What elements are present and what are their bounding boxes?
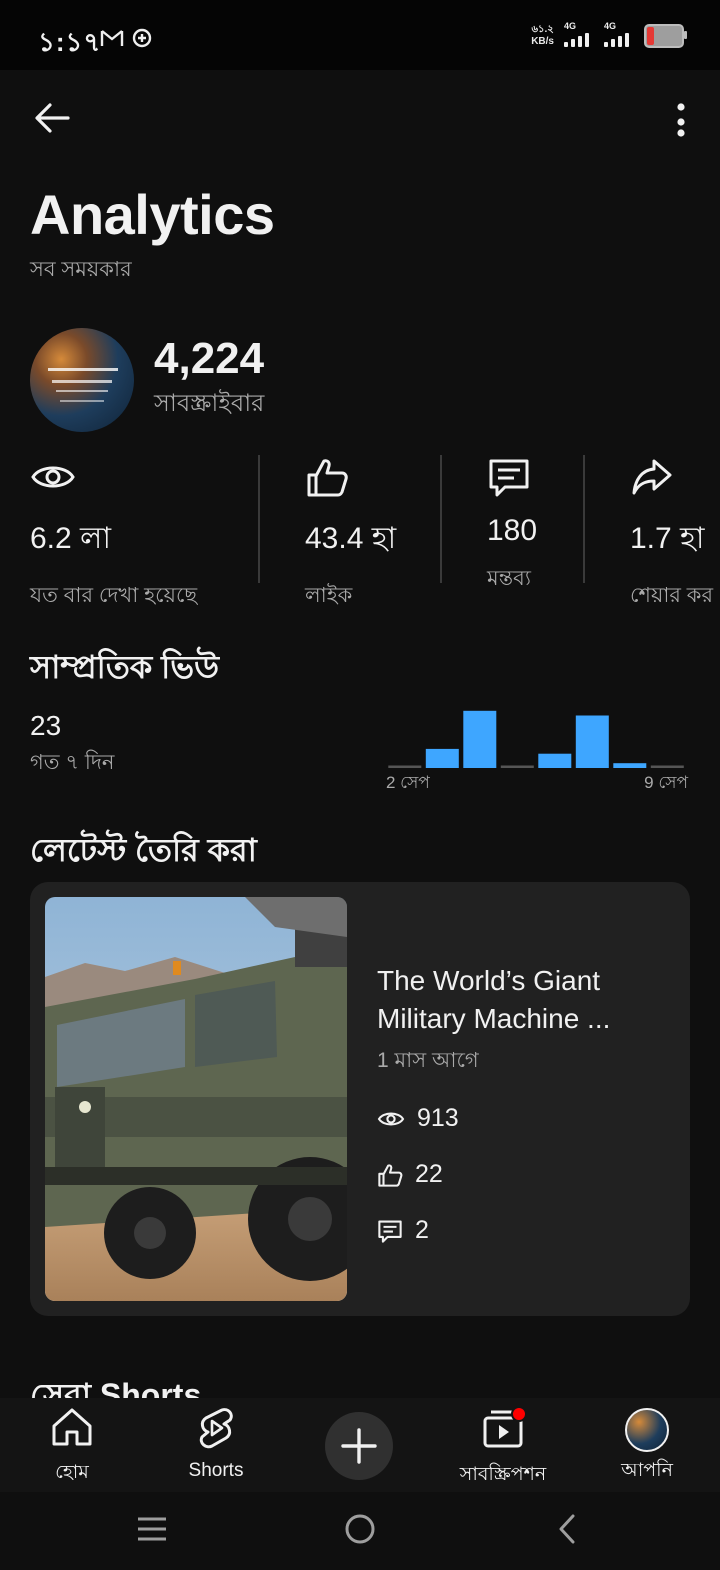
battery-icon: [644, 24, 687, 48]
shorts-icon: [199, 1408, 233, 1449]
recent-views-count: 23: [30, 710, 62, 741]
recent-views-title: সাম্প্রতিক ভিউ: [30, 649, 220, 685]
chart-bar: [388, 765, 422, 768]
divider: [440, 455, 442, 583]
video-time-ago: 1 মাস আগে: [377, 1049, 479, 1072]
chart-bar: [425, 748, 459, 768]
x-axis-end-label: 9 সেপ: [644, 773, 688, 792]
network-speed: ৬১.২ KB/s: [531, 24, 554, 47]
recent-views-period: গত ৭ দিন: [30, 751, 115, 774]
more-vert-icon[interactable]: [666, 96, 696, 140]
subscriber-label: সাবস্ক্রাইবার: [154, 390, 265, 417]
home-circle-icon[interactable]: [343, 1512, 377, 1546]
x-axis-start-label: 2 সেপ: [386, 773, 430, 792]
status-bar: ১:১৭ ৬১.২ KB/s 4G 4G: [0, 0, 720, 70]
chart-bar: [538, 753, 572, 768]
video-thumbnail[interactable]: [45, 897, 347, 1301]
divider: [583, 455, 585, 583]
notification-app-icon: [132, 28, 152, 48]
system-navigation-bar: [0, 1492, 720, 1570]
video-title[interactable]: The World’s Giant Military Machine ...: [377, 962, 667, 1038]
thumbs-up-icon: [378, 1163, 403, 1187]
recent-views-chart[interactable]: 2 সেপ 9 সেপ: [380, 690, 690, 800]
subscriber-count: 4,224: [154, 334, 265, 383]
gmail-icon: [100, 30, 124, 46]
chart-bar: [650, 765, 684, 768]
latest-video-card[interactable]: The World’s Giant Military Machine ... 1…: [30, 882, 690, 1316]
nav-shorts[interactable]: Shorts: [180, 1406, 252, 1482]
stats-row: 6.2 লা যত বার দেখা হয়েছে 43.4 হা লাইক 1…: [0, 455, 720, 607]
signal-icon-2: 4G: [604, 21, 634, 47]
chart-bar: [613, 763, 647, 768]
nav-home[interactable]: হোম: [40, 1406, 104, 1490]
stat-shares[interactable]: 1.7 হা শেয়ার কর: [630, 455, 713, 607]
subscriptions-icon: [483, 1406, 527, 1448]
top-app-bar: [0, 90, 720, 146]
signal-icon: 4G: [564, 21, 594, 47]
stat-comments[interactable]: 180 মন্তব্য: [487, 455, 537, 590]
channel-summary: 4,224 সাবস্ক্রাইবার: [30, 328, 264, 432]
thumbs-up-icon: [307, 459, 348, 497]
back-chevron-icon[interactable]: [555, 1512, 579, 1546]
profile-avatar: [625, 1408, 669, 1452]
chart-bar: [500, 765, 534, 768]
chart-bar: [463, 710, 497, 768]
video-likes: 22: [377, 1160, 443, 1189]
back-arrow-icon[interactable]: [30, 96, 74, 140]
page-title: Analytics: [30, 183, 275, 246]
comment-icon: [489, 459, 529, 497]
period-filter[interactable]: সব সময়কার: [30, 253, 132, 288]
home-icon: [52, 1408, 92, 1446]
video-comments: 2: [377, 1216, 429, 1245]
status-time: ১:১৭: [38, 27, 102, 57]
nav-you[interactable]: আপনি: [612, 1406, 682, 1488]
bottom-navigation: হোম Shorts সাবস্ক্রিপশন আপনি: [0, 1398, 720, 1492]
eye-icon: [31, 466, 75, 488]
latest-content-title: লেটেস্ট তৈরি করা: [30, 832, 257, 868]
eye-icon: [377, 1112, 405, 1125]
create-button[interactable]: [325, 1412, 393, 1480]
stat-views[interactable]: 6.2 লা যত বার দেখা হয়েছে: [30, 455, 197, 607]
divider: [258, 455, 260, 583]
plus-icon: [341, 1428, 377, 1464]
channel-avatar: [30, 328, 134, 432]
share-icon: [632, 459, 672, 495]
stat-likes[interactable]: 43.4 হা লাইক: [305, 455, 396, 607]
chart-bar: [575, 715, 609, 768]
video-views: 913: [377, 1104, 459, 1133]
nav-subscriptions[interactable]: সাবস্ক্রিপশন: [452, 1406, 554, 1492]
comment-icon: [378, 1220, 402, 1243]
recent-apps-icon[interactable]: [135, 1514, 169, 1544]
